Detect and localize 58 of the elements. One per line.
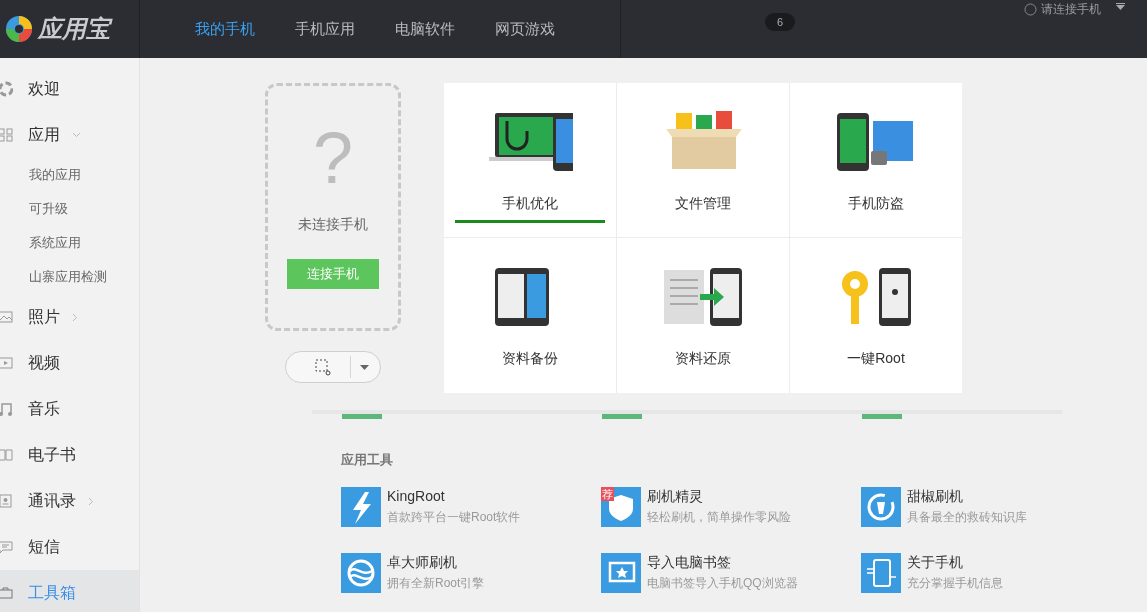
nav-tab[interactable]: 手机应用 [295,17,355,41]
sidebar-item[interactable]: 通讯录 [0,478,139,524]
tool-name[interactable]: 甜椒刷机 [907,486,1027,505]
book-icon [0,447,13,463]
grid-icon [0,127,13,143]
sidebar-subitem[interactable]: 山寨应用检测 [29,267,107,287]
sidebar-subitem[interactable]: 系统应用 [29,233,81,253]
tool-tile[interactable]: 手机优化 [444,83,617,238]
tool-name[interactable]: KingRoot [387,486,521,505]
tool-name[interactable]: 导入电脑书签 [647,552,798,571]
shield-icon[interactable] [601,486,641,527]
swirl-icon[interactable] [341,552,381,593]
tool-description: 轻松刷机，简单操作零风险 [647,508,791,526]
connect-phone-link[interactable]: 请连接手机 [1041,0,1101,18]
dropdown-icon[interactable] [1116,3,1125,11]
nav-tab[interactable]: 网页游戏 [495,17,555,41]
screenshot-button[interactable] [285,351,381,383]
sidebar-item[interactable]: 应用 [0,112,139,158]
logo-icon [4,14,34,44]
tool-description: 拥有全新Root引擎 [387,574,485,592]
lightning-icon[interactable] [341,486,381,527]
tool-tile[interactable]: 手机防盗 [790,83,962,238]
tool-name[interactable]: 刷机精灵 [647,486,791,505]
sidebar-subitem[interactable]: 我的应用 [29,165,81,185]
nav-tab[interactable]: 电脑软件 [395,17,455,41]
question-mark: ? [312,122,353,194]
sidebar-item[interactable]: 电子书 [0,432,139,478]
contact-card-icon [0,493,13,509]
tool-description: 电脑书签导入手机QQ浏览器 [647,574,798,592]
section-title: 应用工具 [341,451,394,469]
sidebar-item[interactable]: 音乐 [0,386,139,432]
connection-status: 未连接手机 [298,215,368,234]
tool-tile[interactable]: 资料备份 [444,238,617,393]
screenshot-icon [314,358,332,376]
tool-tile[interactable]: 资料还原 [617,238,790,393]
phone-info-icon[interactable] [861,552,901,593]
sidebar-item[interactable]: 欢迎 [0,66,139,112]
welcome-icon [0,81,13,97]
picture-icon [0,309,13,325]
tool-name[interactable]: 关于手机 [907,552,1003,571]
caret-icon [360,364,369,370]
video-icon [0,355,13,371]
music-note-icon [0,401,13,417]
tool-description: 充分掌握手机信息 [907,574,1003,592]
nav-tab[interactable]: 我的手机 [195,17,255,41]
message-icon [0,539,13,555]
tool-tile[interactable]: 一键Root [790,238,962,393]
tool-name[interactable]: 卓大师刷机 [387,552,485,571]
tool-description: 具备最全的救砖知识库 [907,508,1027,526]
tool-tile[interactable]: 文件管理 [617,83,790,238]
recommend-tag: 荐 [601,486,614,501]
count-badge[interactable]: 6 [765,13,796,31]
sidebar-item[interactable]: 照片 [0,294,139,340]
toolbox-icon [0,585,13,601]
sidebar-item[interactable]: 短信 [0,524,139,570]
tool-description: 首款跨平台一键Root软件 [387,508,521,526]
sidebar-subitem[interactable]: 可升级 [29,199,68,219]
sidebar-item[interactable]: 视频 [0,340,139,386]
